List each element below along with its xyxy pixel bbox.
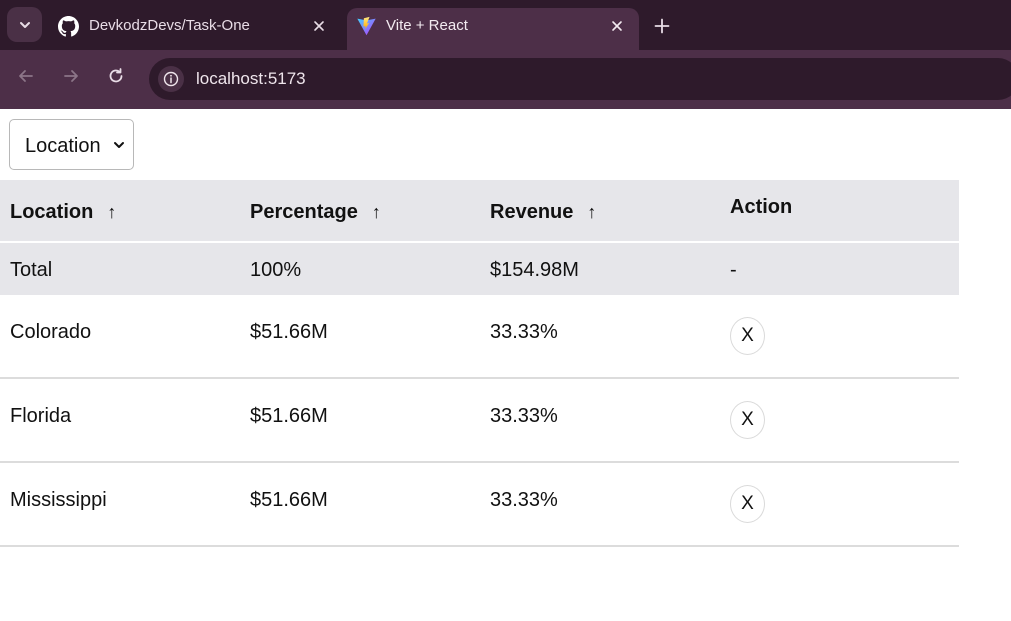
close-icon[interactable] <box>608 17 626 35</box>
new-tab-button[interactable] <box>648 12 676 40</box>
remove-row-button[interactable]: X <box>730 317 765 355</box>
reload-icon <box>109 68 123 83</box>
header-percentage[interactable]: Percentage ↑ <box>250 201 381 224</box>
total-percentage: 100% <box>250 259 302 281</box>
table-header-row: Location ↑ Percentage ↑ Revenue ↑ Action <box>0 180 959 243</box>
reload-button[interactable] <box>100 60 132 92</box>
chevron-down-icon <box>114 142 124 148</box>
arrow-right-icon <box>64 70 78 82</box>
remove-row-button[interactable]: X <box>730 401 765 439</box>
row-revenue: 33.33% <box>490 321 558 343</box>
filter-select-value: Location <box>25 135 101 157</box>
browser-tab-strip: DevkodzDevs/Task-One Vite + React <box>0 0 1011 50</box>
url-text[interactable]: localhost:5173 <box>196 69 306 89</box>
tab-github[interactable]: DevkodzDevs/Task-One <box>48 8 342 50</box>
github-icon <box>58 16 79 37</box>
table-row: Mississippi $51.66M 33.33% X <box>0 463 959 547</box>
total-action: - <box>730 259 737 281</box>
info-icon[interactable] <box>158 66 184 92</box>
table-row: Florida $51.66M 33.33% X <box>0 379 959 463</box>
row-location: Mississippi <box>10 489 107 511</box>
tab-search-button[interactable] <box>7 7 42 42</box>
back-button[interactable] <box>10 60 42 92</box>
header-action: Action <box>730 196 793 218</box>
total-location: Total <box>10 259 53 281</box>
table-row: Colorado $51.66M 33.33% X <box>0 295 959 379</box>
table-total-row: Total 100% $154.98M - <box>0 243 959 295</box>
tab-title: DevkodzDevs/Task-One <box>89 17 250 34</box>
filter-select[interactable]: Location <box>9 119 134 170</box>
revenue-table: Location ↑ Percentage ↑ Revenue ↑ Action To… <box>0 180 959 547</box>
row-location: Florida <box>10 405 72 427</box>
sort-arrow-up-icon[interactable]: ↑ <box>587 202 596 222</box>
row-percentage: $51.66M <box>250 321 328 343</box>
remove-row-button[interactable]: X <box>730 485 765 523</box>
browser-toolbar: localhost:5173 <box>0 50 1011 109</box>
header-location[interactable]: Location ↑ <box>10 201 116 224</box>
tab-title: Vite + React <box>386 17 468 34</box>
tab-vite-react[interactable]: Vite + React <box>347 8 639 50</box>
chevron-down-icon <box>19 21 30 28</box>
arrow-left-icon <box>19 70 33 82</box>
row-revenue: 33.33% <box>490 405 558 427</box>
sort-arrow-up-icon[interactable]: ↑ <box>372 202 381 222</box>
forward-button[interactable] <box>55 60 87 92</box>
header-revenue[interactable]: Revenue ↑ <box>490 201 596 224</box>
plus-icon <box>654 18 670 34</box>
row-location: Colorado <box>10 321 92 343</box>
page-content: Location Location ↑ Percentage ↑ Revenue ↑ … <box>0 109 1011 621</box>
vite-icon <box>357 16 376 36</box>
row-percentage: $51.66M <box>250 405 328 427</box>
sort-arrow-up-icon[interactable]: ↑ <box>107 202 116 222</box>
total-revenue: $154.98M <box>490 259 579 281</box>
row-percentage: $51.66M <box>250 489 328 511</box>
close-icon[interactable] <box>310 17 328 35</box>
row-revenue: 33.33% <box>490 489 558 511</box>
address-bar[interactable]: localhost:5173 <box>149 58 1011 100</box>
